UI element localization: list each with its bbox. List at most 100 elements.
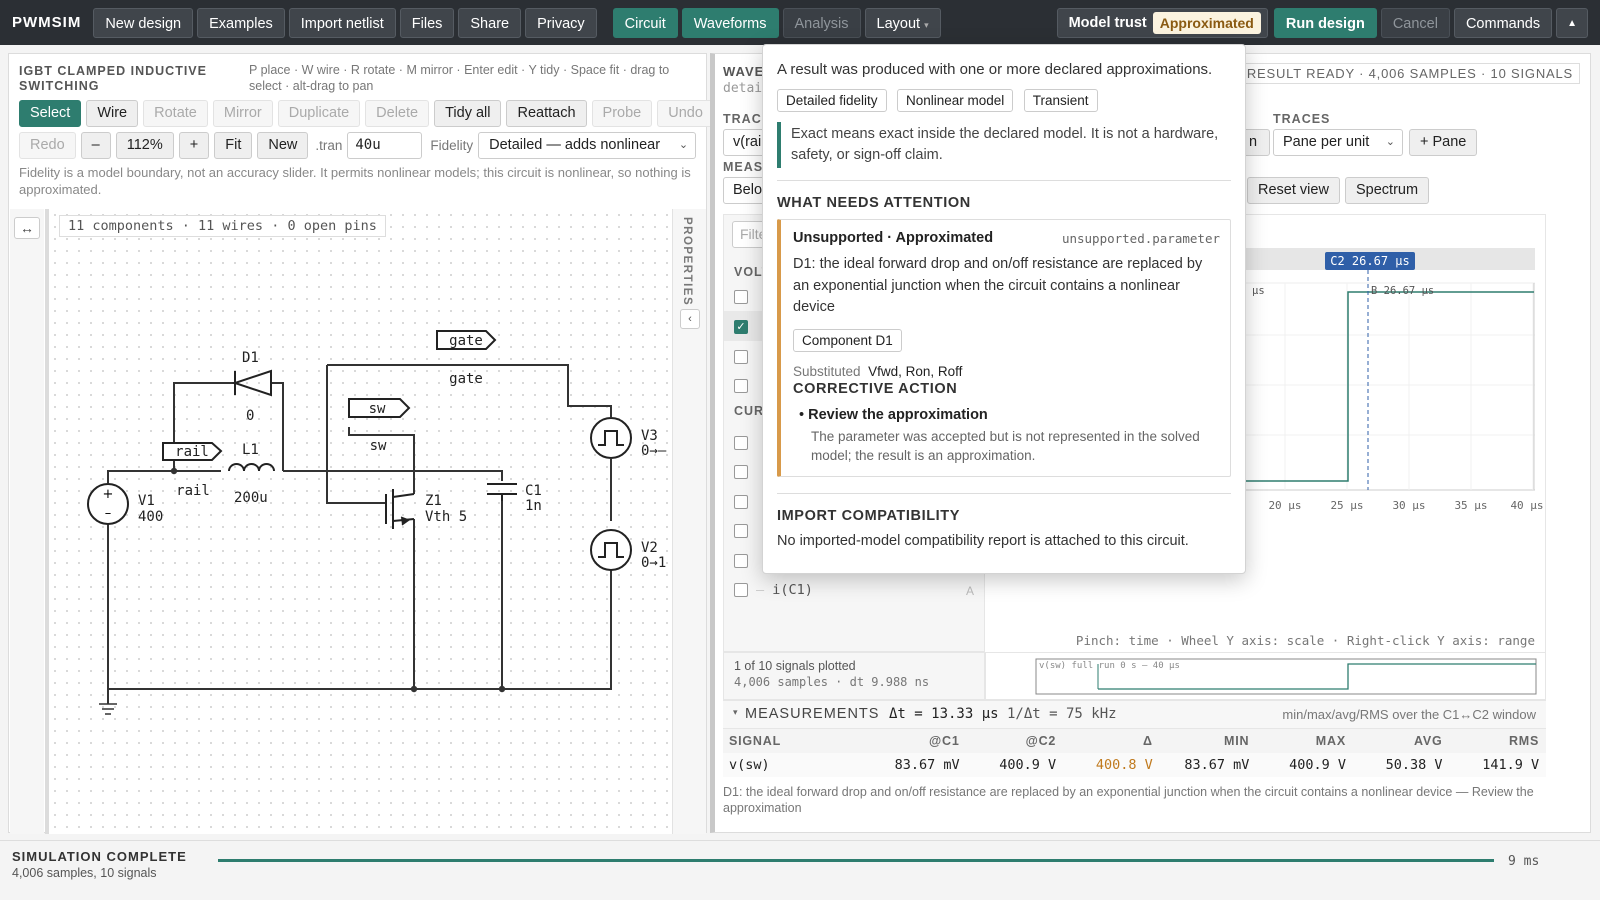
cell-delta: 400.8 V xyxy=(1095,757,1153,773)
import-netlist-button[interactable]: Import netlist xyxy=(288,7,396,38)
popover-intro: A result was produced with one or more d… xyxy=(777,61,1213,78)
probe-button[interactable]: Probe xyxy=(591,100,653,127)
new-button[interactable]: New xyxy=(257,132,309,159)
fidelity-select[interactable]: Detailed — adds nonlinear ⌄ xyxy=(478,132,697,159)
progress-track xyxy=(218,859,1494,862)
overview-svg[interactable]: v(sw) full run 0 s — 40 µs xyxy=(986,653,1547,701)
d1-name: D1 xyxy=(242,350,259,366)
svg-text:+: + xyxy=(103,487,114,502)
signal-checkbox[interactable] xyxy=(734,465,748,479)
signal-checkbox-checked[interactable]: ✓ xyxy=(734,320,748,334)
signal-checkbox[interactable] xyxy=(734,524,748,538)
approximation-warning[interactable]: D1: the ideal forward drop and on/off re… xyxy=(723,784,1543,816)
col-at-c2: @C2 xyxy=(1025,734,1057,748)
signal-checkbox[interactable] xyxy=(734,290,748,304)
result-status-badge: RESULT READY · 4,006 SAMPLES · 10 SIGNAL… xyxy=(1239,63,1580,84)
wire xyxy=(107,470,221,483)
status-bar: SIMULATION COMPLETE 4,006 samples, 10 si… xyxy=(0,840,1600,900)
tidy-all-button[interactable]: Tidy all xyxy=(434,100,502,127)
new-design-button[interactable]: New design xyxy=(93,7,194,38)
table-row[interactable]: v(sw) 83.67 mV 400.9 V 400.8 V 83.67 mV … xyxy=(723,753,1546,777)
plotted-count: 1 of 10 signals plotted xyxy=(734,659,856,673)
model-trust-indicator[interactable]: Model trust Approximated xyxy=(1056,7,1268,38)
x-tick-label: 35 µs xyxy=(1454,499,1487,512)
signal-checkbox[interactable] xyxy=(734,495,748,509)
add-pane-button[interactable]: + Pane xyxy=(1409,129,1478,156)
duplicate-button[interactable]: Duplicate xyxy=(277,100,361,127)
wire-tool-button[interactable]: Wire xyxy=(86,100,139,127)
fidelity-label: Fidelity xyxy=(430,138,474,153)
spectrum-button[interactable]: Spectrum xyxy=(1345,177,1430,204)
v3-name: V3 xyxy=(641,428,658,444)
collapse-measurements-icon[interactable]: ▾ xyxy=(733,707,738,718)
schematic-canvas[interactable]: 11 components · 11 wires · 0 open pins +… xyxy=(45,209,672,834)
files-button[interactable]: Files xyxy=(399,7,455,38)
tag-detailed-fidelity: Detailed fidelity xyxy=(777,89,887,112)
signal-name-i-c1[interactable]: — i(C1) xyxy=(756,582,813,598)
swap-panels-button[interactable]: ↔ xyxy=(14,217,40,239)
cell-rms: 141.9 V xyxy=(1482,757,1540,773)
properties-strip[interactable]: PROPERTIES ‹ xyxy=(672,209,706,834)
reattach-button[interactable]: Reattach xyxy=(506,100,587,127)
junction-dot xyxy=(498,685,506,693)
l1-value: 200u xyxy=(234,490,268,506)
signal-checkbox[interactable] xyxy=(734,350,748,364)
rotate-button[interactable]: Rotate xyxy=(143,100,208,127)
signal-checkbox[interactable] xyxy=(734,583,748,597)
zoom-in-button[interactable]: + xyxy=(178,132,210,159)
delete-button[interactable]: Delete xyxy=(365,100,430,127)
v2-name: V2 xyxy=(641,540,658,556)
select-tool-button[interactable]: Select xyxy=(19,100,82,127)
diode-d1 xyxy=(231,369,272,397)
measurements-header[interactable]: ▾ MEASUREMENTS Δt = 13.33 µs 1/Δt = 75 k… xyxy=(723,700,1546,728)
swap-horizontal-icon: ↔ xyxy=(20,220,34,236)
redo-button[interactable]: Redo xyxy=(19,132,76,159)
status-elapsed-time: 9 ms xyxy=(1508,854,1540,869)
cursor-c2-label[interactable]: C2 26.67 µs xyxy=(1330,254,1409,268)
signal-unit: A xyxy=(965,584,974,598)
undo-button[interactable]: Undo xyxy=(657,100,714,127)
commands-button[interactable]: Commands xyxy=(1453,7,1553,38)
waveform-subtitle: detai xyxy=(723,81,763,96)
collapse-toolbar-button[interactable]: ▲ xyxy=(1556,7,1588,38)
run-design-button[interactable]: Run design xyxy=(1273,7,1377,38)
reset-view-button[interactable]: Reset view xyxy=(1247,177,1340,204)
tran-stop-input[interactable]: 40u xyxy=(347,132,423,159)
chevron-down-icon: ⌄ xyxy=(1385,136,1395,148)
import-heading: IMPORT COMPATIBILITY xyxy=(777,508,961,524)
substituted-row: Substituted Vfwd, Ron, Roff xyxy=(793,364,1220,379)
component-d1-tag[interactable]: Component D1 xyxy=(793,328,902,352)
col-max: MAX xyxy=(1315,734,1346,748)
fit-button[interactable]: Fit xyxy=(214,132,253,159)
zoom-level[interactable]: 112% xyxy=(115,132,174,159)
privacy-button[interactable]: Privacy xyxy=(525,7,597,38)
model-trust-label: Model trust xyxy=(1068,14,1147,31)
examples-button[interactable]: Examples xyxy=(197,7,285,38)
overview-strip[interactable]: v(sw) full run 0 s — 40 µs xyxy=(985,652,1546,700)
layout-menu-button[interactable]: Layout ▾ xyxy=(864,7,941,38)
expand-properties-button[interactable]: ‹ xyxy=(680,309,700,329)
signal-checkbox[interactable] xyxy=(734,379,748,393)
traces-mode-select[interactable]: Pane per unit ⌄ xyxy=(1273,129,1403,156)
zoom-out-button[interactable]: – xyxy=(80,132,111,159)
signal-checkbox[interactable] xyxy=(734,436,748,450)
tab-analysis[interactable]: Analysis xyxy=(782,7,861,38)
schematic-drawing[interactable]: + – gate gate sw sw rail rail D1 0 L1 20… xyxy=(49,209,672,834)
cell-min: 83.67 mV xyxy=(1184,757,1250,773)
tab-circuit[interactable]: Circuit xyxy=(612,7,678,38)
gate-net-label: gate xyxy=(449,371,483,387)
action-text: The parameter was accepted but is not re… xyxy=(811,428,1200,464)
check-icon: ✓ xyxy=(736,321,746,333)
cancel-button[interactable]: Cancel xyxy=(1380,7,1450,38)
tran-label: .tran xyxy=(315,138,343,153)
circuit-panel: IGBT CLAMPED INDUCTIVE SWITCHING P place… xyxy=(8,53,714,834)
svg-text:–: – xyxy=(105,506,112,521)
mirror-button[interactable]: Mirror xyxy=(212,100,273,127)
tab-waveforms[interactable]: Waveforms xyxy=(681,7,779,38)
signal-checkbox[interactable] xyxy=(734,554,748,568)
share-button[interactable]: Share xyxy=(458,7,522,38)
trace-option-button[interactable]: n xyxy=(1242,129,1270,156)
col-min: MIN xyxy=(1224,734,1250,748)
gate-tag-text: gate xyxy=(449,333,483,349)
traces-mode-label: TRACES xyxy=(1273,112,1331,126)
